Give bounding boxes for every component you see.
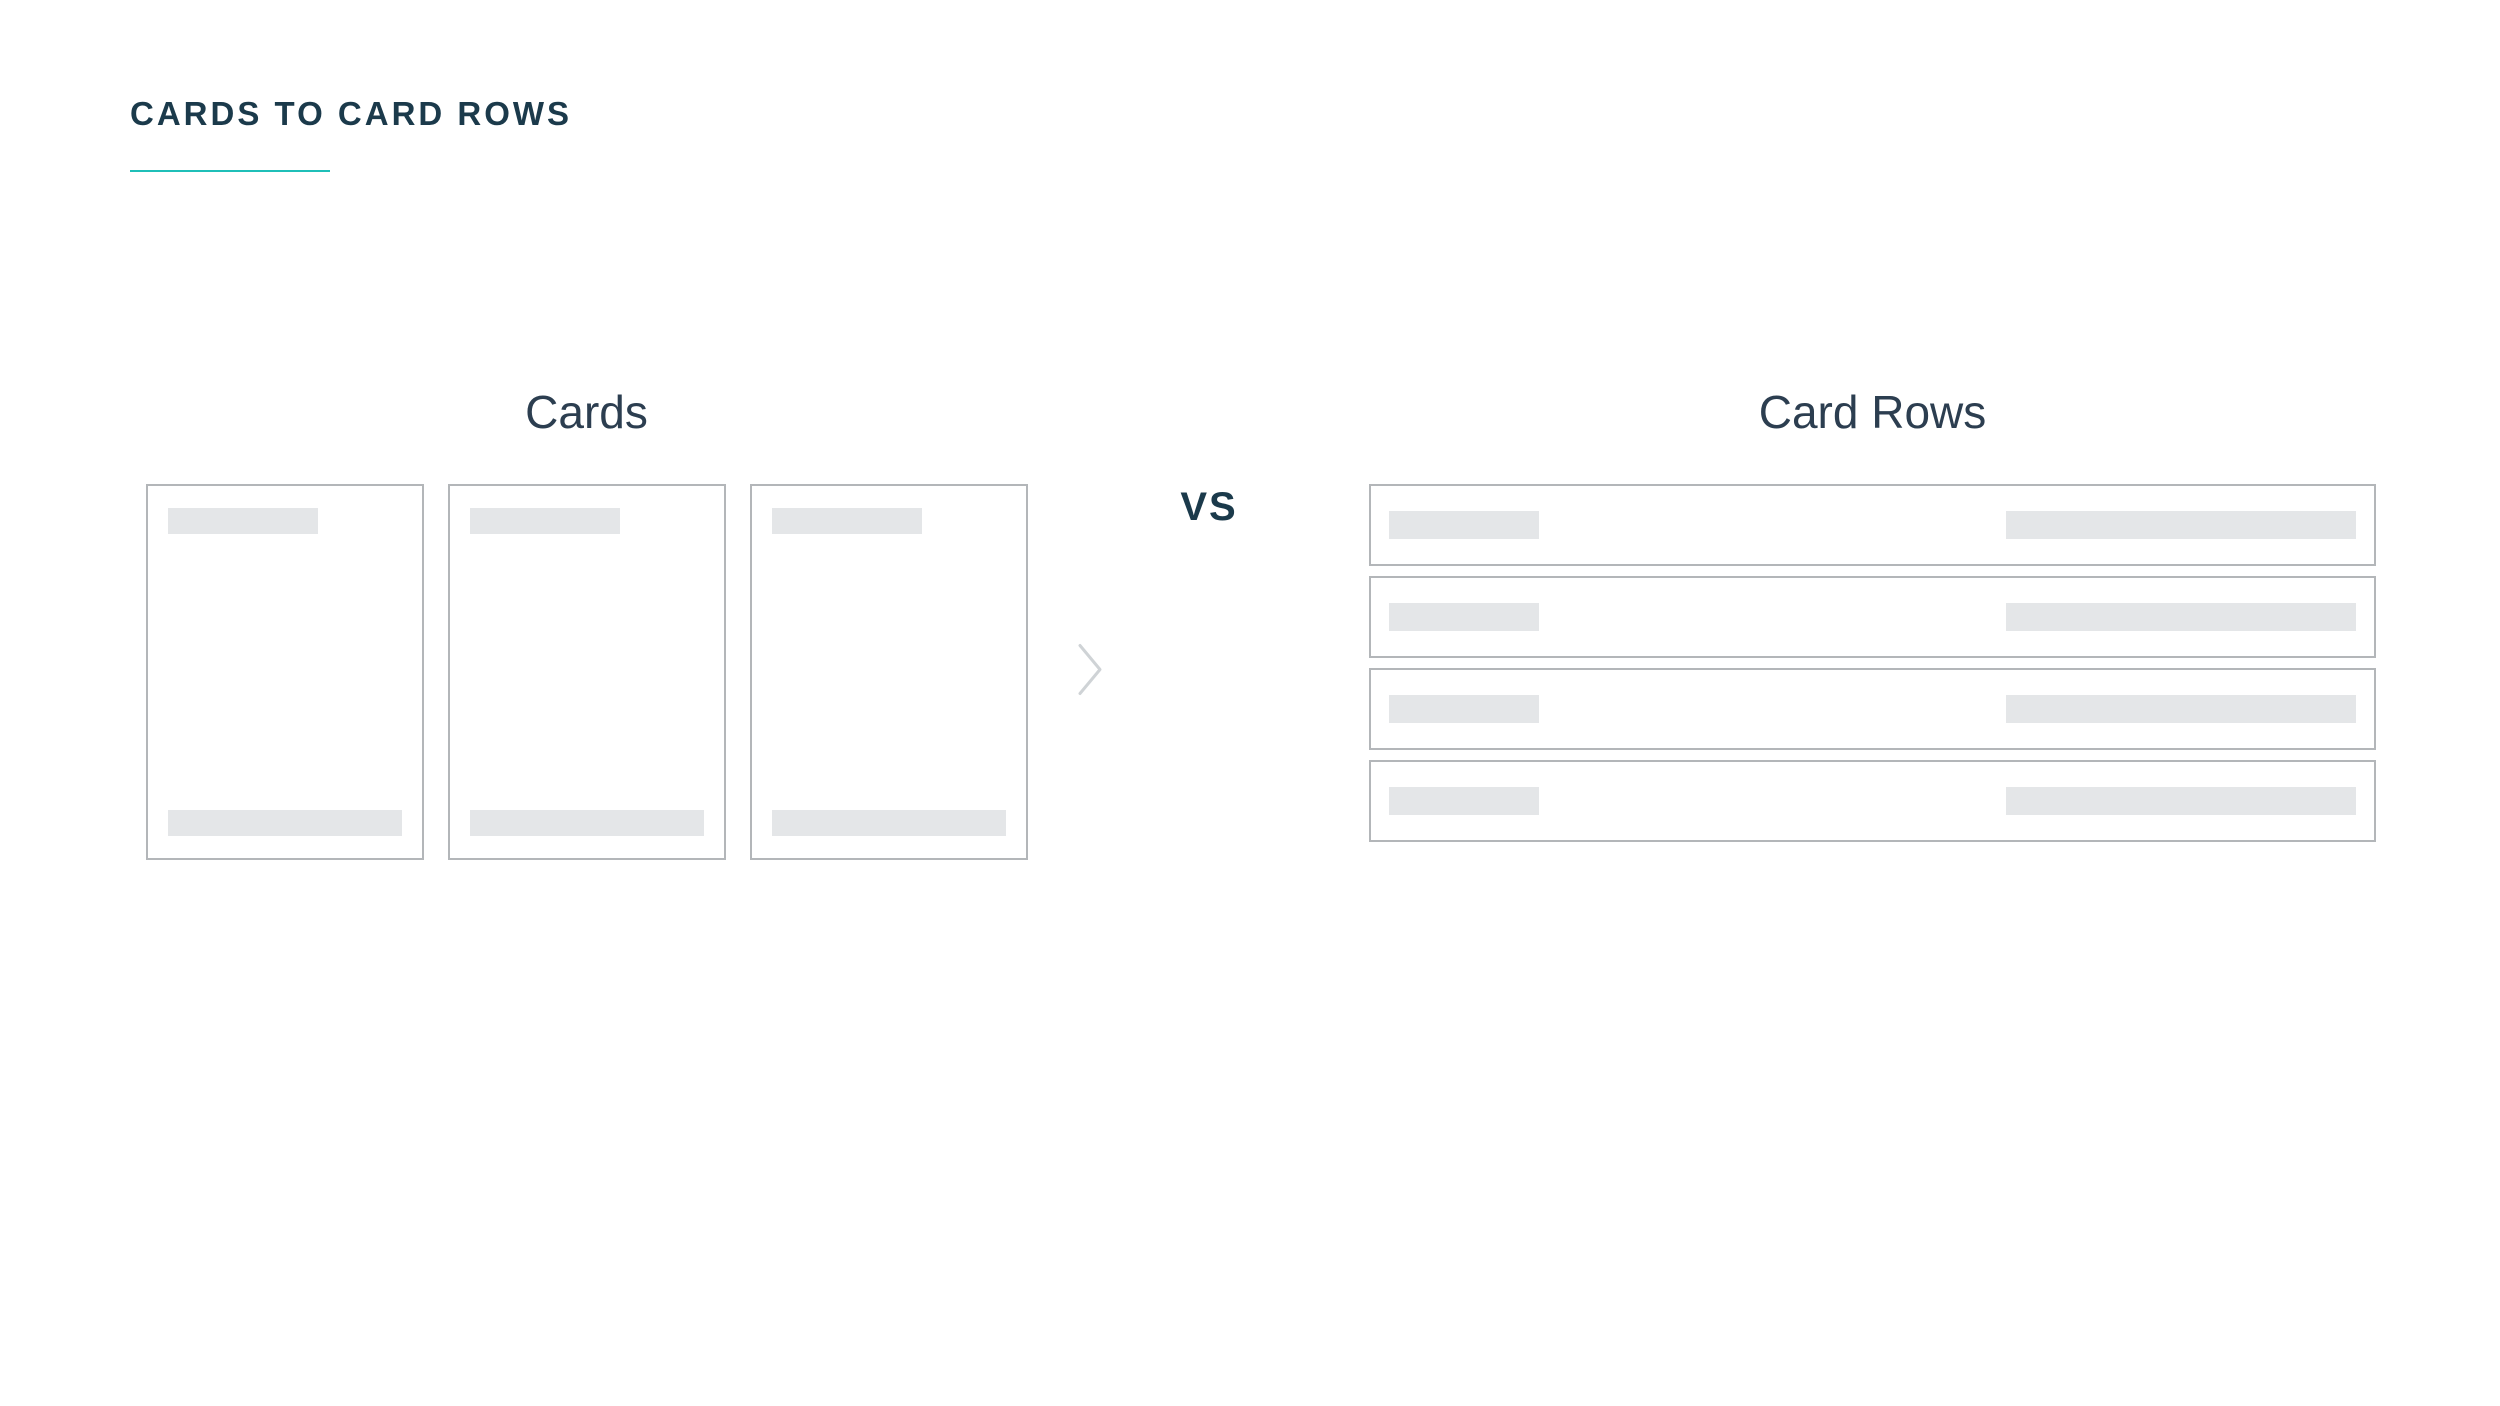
vs-label: VS (1180, 485, 1237, 530)
cards-column: Cards (124, 385, 1049, 860)
card-placeholder (448, 484, 726, 860)
row-title-placeholder (1389, 603, 1539, 631)
card-row-placeholder (1369, 576, 2376, 658)
row-title-placeholder (1389, 695, 1539, 723)
page-title: CARDS TO CARD ROWS (130, 95, 572, 133)
card-title-placeholder (772, 508, 922, 534)
card-row-placeholder (1369, 484, 2376, 566)
card-rows-column: Card Rows (1369, 385, 2376, 842)
card-placeholder (750, 484, 1028, 860)
card-placeholder (146, 484, 424, 860)
card-rows-label: Card Rows (1759, 385, 1987, 439)
card-title-placeholder (168, 508, 318, 534)
row-title-placeholder (1389, 787, 1539, 815)
row-content-placeholder (2006, 603, 2356, 631)
cards-label: Cards (525, 385, 648, 439)
title-underline (130, 170, 330, 172)
card-footer-placeholder (772, 810, 1006, 836)
vs-column: VS (1049, 385, 1369, 530)
card-footer-placeholder (470, 810, 704, 836)
comparison-container: Cards VS Card Rows (0, 385, 2500, 860)
card-title-placeholder (470, 508, 620, 534)
card-row-placeholder (1369, 760, 2376, 842)
row-title-placeholder (1389, 511, 1539, 539)
card-footer-placeholder (168, 810, 402, 836)
card-row-placeholder (1369, 668, 2376, 750)
card-rows-stack (1369, 484, 2376, 842)
row-content-placeholder (2006, 787, 2356, 815)
row-content-placeholder (2006, 511, 2356, 539)
row-content-placeholder (2006, 695, 2356, 723)
chevron-right-icon (1076, 642, 1106, 703)
cards-row (146, 484, 1028, 860)
